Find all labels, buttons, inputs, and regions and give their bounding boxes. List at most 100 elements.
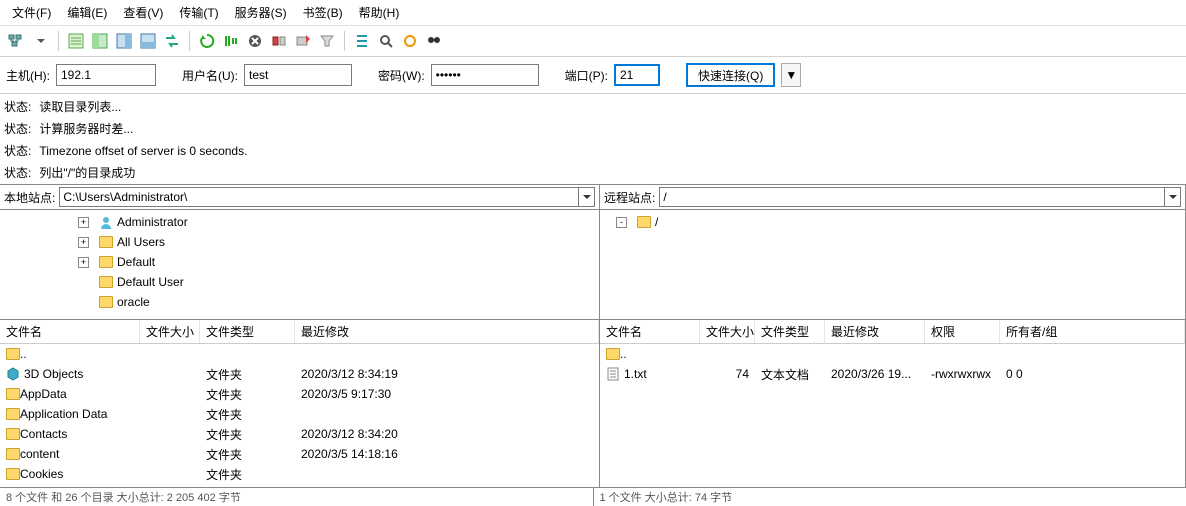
toggle-remote-tree-icon[interactable] — [113, 30, 135, 52]
toggle-log-icon[interactable] — [65, 30, 87, 52]
quickconnect-button[interactable]: 快速连接(Q) — [686, 63, 775, 87]
tree-node[interactable]: Default User — [4, 272, 595, 292]
file-perm: -rwxrwxrwx — [925, 366, 1000, 382]
log-content[interactable]: 状态:读取目录列表...状态:计算服务器时差...状态:Timezone off… — [0, 94, 1186, 184]
local-tree[interactable]: +Administrator+All Users+Default Default … — [0, 210, 599, 320]
username-input[interactable] — [244, 64, 352, 86]
expand-toggle[interactable]: + — [78, 217, 89, 228]
folder-icon — [99, 276, 113, 288]
text-file-icon — [606, 367, 620, 381]
toggle-local-tree-icon[interactable] — [89, 30, 111, 52]
file-size — [140, 433, 200, 435]
folder-icon — [606, 348, 620, 360]
file-type — [755, 353, 825, 355]
tree-node[interactable]: +All Users — [4, 232, 595, 252]
sync-browse-icon[interactable] — [161, 30, 183, 52]
list-item[interactable]: .. — [600, 344, 1185, 364]
disconnect-icon[interactable] — [268, 30, 290, 52]
file-modified: 2020/3/26 19... — [825, 366, 925, 382]
toolbar-dropdown-icon[interactable] — [30, 30, 52, 52]
list-item[interactable]: 1.txt74文本文档2020/3/26 19...-rwxrwxrwx0 0 — [600, 364, 1185, 384]
site-manager-icon[interactable] — [6, 30, 28, 52]
expand-toggle[interactable]: + — [78, 257, 89, 268]
menu-edit[interactable]: 编辑(E) — [59, 2, 115, 23]
local-pane: 本地站点: +Administrator+All Users+Default De… — [0, 185, 600, 487]
remote-path-dropdown[interactable] — [1165, 187, 1181, 207]
col-type[interactable]: 文件类型 — [200, 320, 295, 343]
file-name: Contacts — [20, 427, 67, 441]
tree-node[interactable]: +Administrator — [4, 212, 595, 232]
password-label: 密码(W): — [378, 67, 425, 84]
file-size — [140, 473, 200, 475]
username-label: 用户名(U): — [182, 67, 238, 84]
remote-tree[interactable]: -/ — [600, 210, 1185, 320]
local-file-list[interactable]: ..3D Objects文件夹2020/3/12 8:34:19AppData文… — [0, 344, 599, 487]
quickconnect-history-dropdown[interactable]: ▼ — [781, 63, 801, 87]
col-name[interactable]: 文件名 — [0, 320, 140, 343]
col-type[interactable]: 文件类型 — [755, 320, 825, 343]
3d-icon — [6, 367, 20, 381]
tree-node[interactable]: +Default — [4, 252, 595, 272]
file-name: .. — [620, 347, 627, 361]
expand-toggle[interactable]: - — [616, 217, 627, 228]
col-size[interactable]: 文件大小 — [700, 320, 755, 343]
list-item[interactable]: Contacts文件夹2020/3/12 8:34:20 — [0, 424, 599, 444]
reconnect-icon[interactable] — [292, 30, 314, 52]
log-line: Timezone offset of server is 0 seconds. — [39, 140, 247, 162]
remote-status-bar: 1 个文件 大小总计: 74 字节 — [594, 487, 1186, 506]
menu-transfer[interactable]: 传输(T) — [171, 2, 226, 23]
find-icon[interactable] — [423, 30, 445, 52]
menu-server[interactable]: 服务器(S) — [227, 2, 295, 23]
expand-toggle[interactable]: + — [78, 237, 89, 248]
list-item[interactable]: AppData文件夹2020/3/5 9:17:30 — [0, 384, 599, 404]
local-site-label: 本地站点: — [4, 189, 55, 206]
cancel-icon[interactable] — [244, 30, 266, 52]
col-modified[interactable]: 最近修改 — [295, 320, 599, 343]
menu-view[interactable]: 查看(V) — [115, 2, 171, 23]
file-type — [200, 353, 295, 355]
process-queue-icon[interactable] — [220, 30, 242, 52]
menu-help[interactable]: 帮助(H) — [351, 2, 408, 23]
col-perm[interactable]: 权限 — [925, 320, 1000, 343]
tree-node[interactable]: -/ — [604, 212, 1181, 232]
port-input[interactable] — [614, 64, 660, 86]
tree-label: Default User — [117, 275, 184, 289]
col-owner[interactable]: 所有者/组 — [1000, 320, 1185, 343]
tree-node[interactable]: oracle — [4, 292, 595, 312]
file-owner: 0 0 — [1000, 366, 1185, 382]
host-input[interactable] — [56, 64, 156, 86]
search-icon[interactable] — [375, 30, 397, 52]
col-modified[interactable]: 最近修改 — [825, 320, 925, 343]
list-item[interactable]: Application Data文件夹 — [0, 404, 599, 424]
list-item[interactable]: content文件夹2020/3/5 14:18:16 — [0, 444, 599, 464]
password-input[interactable] — [431, 64, 539, 86]
file-type: 文件夹 — [200, 365, 295, 384]
menu-file[interactable]: 文件(F) — [4, 2, 59, 23]
folder-icon — [6, 388, 20, 400]
folder-icon — [99, 296, 113, 308]
remote-file-list[interactable]: .. 1.txt74文本文档2020/3/26 19...-rwxrwxrwx0 … — [600, 344, 1185, 487]
file-size — [140, 373, 200, 375]
folder-icon — [6, 468, 20, 480]
file-size — [140, 453, 200, 455]
log-prefix: 状态: — [4, 96, 31, 118]
col-name[interactable]: 文件名 — [600, 320, 700, 343]
local-path-input[interactable] — [59, 187, 579, 207]
remote-path-input[interactable] — [659, 187, 1165, 207]
col-size[interactable]: 文件大小 — [140, 320, 200, 343]
toggle-queue-icon[interactable] — [137, 30, 159, 52]
list-item[interactable]: Cookies文件夹 — [0, 464, 599, 484]
remote-site-label: 远程站点: — [604, 189, 655, 206]
menu-bookmark[interactable]: 书签(B) — [295, 2, 351, 23]
list-item[interactable]: 3D Objects文件夹2020/3/12 8:34:19 — [0, 364, 599, 384]
file-modified: 2020/3/5 9:17:30 — [295, 386, 599, 402]
compare-icon[interactable] — [351, 30, 373, 52]
filter-icon[interactable] — [316, 30, 338, 52]
file-modified — [295, 353, 599, 355]
file-name: 3D Objects — [24, 367, 83, 381]
log-prefix: 状态: — [4, 118, 31, 140]
local-path-dropdown[interactable] — [579, 187, 595, 207]
refresh-icon[interactable] — [196, 30, 218, 52]
list-item[interactable]: .. — [0, 344, 599, 364]
sync-icon[interactable] — [399, 30, 421, 52]
